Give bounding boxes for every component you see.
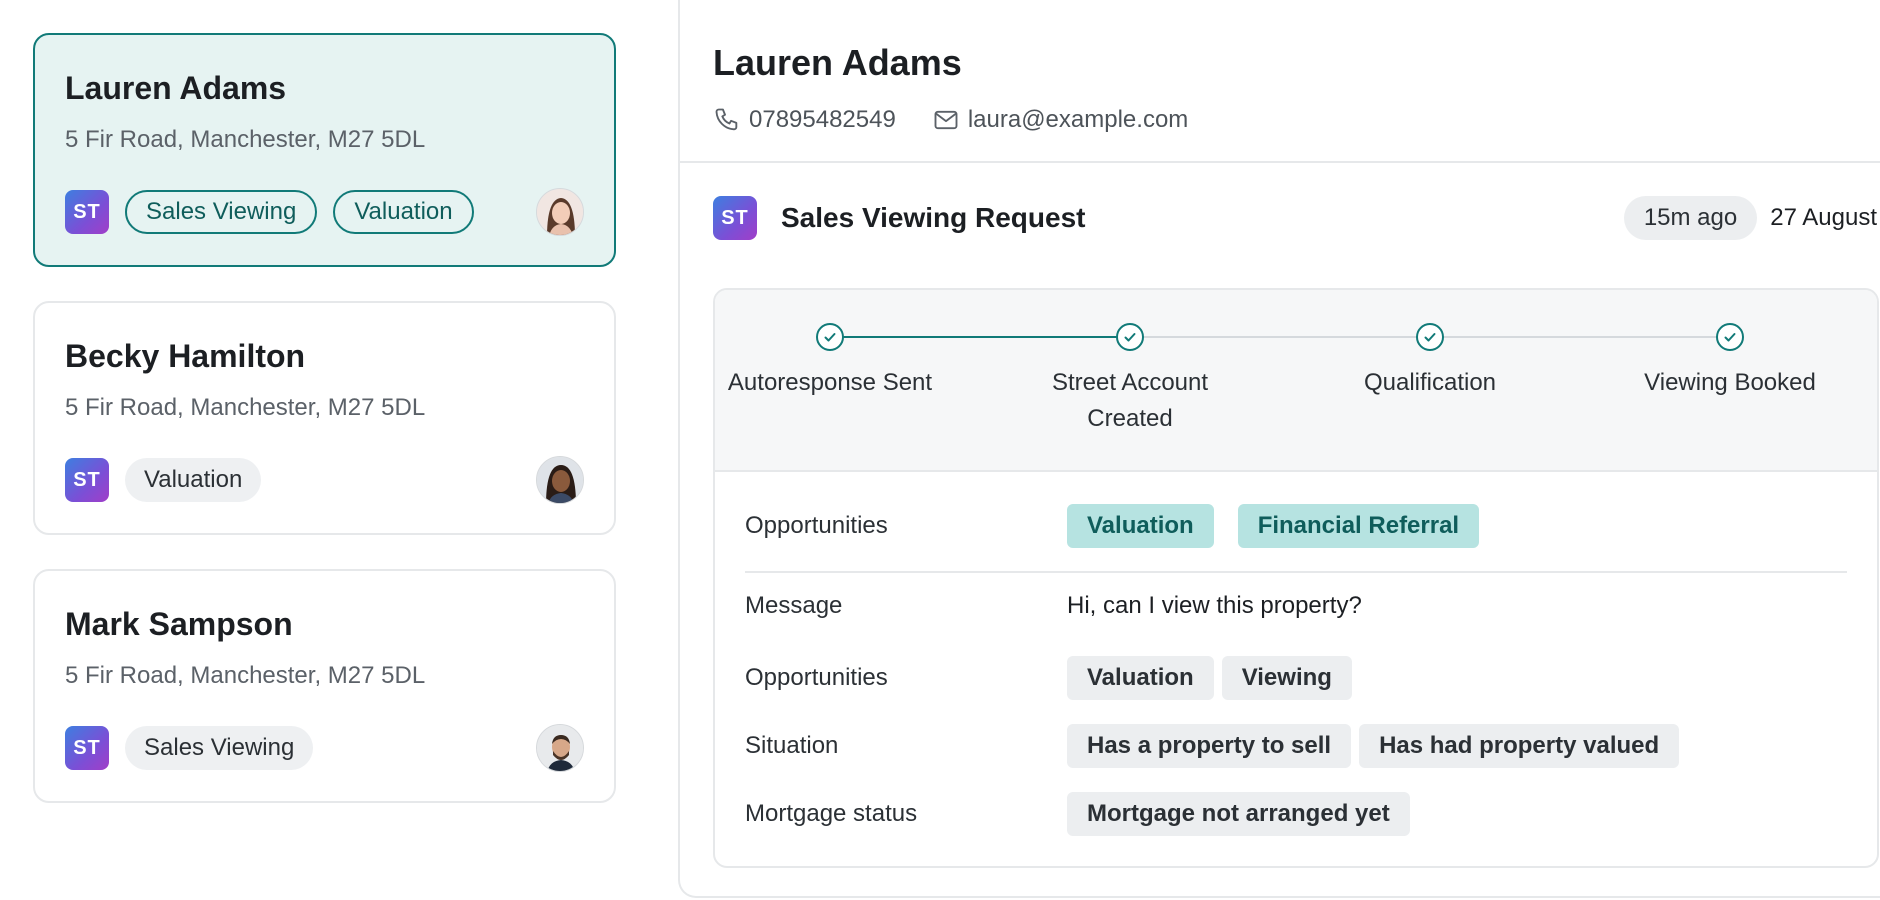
man-avatar-icon [537, 725, 583, 771]
check-circle-icon [1716, 323, 1744, 351]
step-autoresponse-sent: Autoresponse Sent [715, 323, 950, 401]
lead-name: Lauren Adams [65, 70, 287, 106]
time-ago-badge: 15m ago [1623, 196, 1758, 240]
field-label: Message [745, 592, 843, 619]
message-row: Message Hi, can I view this property? [745, 592, 1847, 620]
request-details: Autoresponse Sent Street Account Created… [713, 288, 1879, 868]
divider [745, 571, 1847, 573]
request-date: 27 August [1770, 204, 1877, 231]
lead-detail-panel: Lauren Adams 07895482549 laura@example.c… [678, 0, 1880, 898]
lead-address: 5 Fir Road, Manchester, M27 5DL [65, 394, 426, 422]
avatar [536, 724, 584, 772]
field-label: Opportunities [745, 512, 888, 539]
lead-card-lauren-adams[interactable]: Lauren Adams 5 Fir Road, Manchester, M27… [33, 33, 616, 267]
opportunity-chip[interactable]: Valuation [1067, 504, 1214, 548]
lead-tags-row: ST Valuation [65, 456, 584, 504]
check-circle-icon [1116, 323, 1144, 351]
step-qualification: Qualification [1310, 323, 1550, 401]
situation-chip: Has had property valued [1359, 724, 1680, 768]
message-text: Hi, can I view this property? [1067, 592, 1362, 619]
woman-avatar-icon [537, 189, 583, 235]
mortgage-chip: Mortgage not arranged yet [1067, 792, 1410, 836]
progress-tracker: Autoresponse Sent Street Account Created… [715, 290, 1877, 472]
step-viewing-booked: Viewing Booked [1610, 323, 1850, 401]
step-street-account-created: Street Account Created [1010, 323, 1250, 437]
lead-address: 5 Fir Road, Manchester, M27 5DL [65, 126, 426, 154]
detail-header: Lauren Adams 07895482549 laura@example.c… [680, 0, 1880, 163]
request-title: Sales Viewing Request [781, 202, 1086, 233]
field-label: Situation [745, 732, 839, 759]
situation-chip: Has a property to sell [1067, 724, 1352, 768]
email-address: laura@example.com [967, 106, 1189, 133]
opportunity-chip[interactable]: Financial Referral [1237, 504, 1480, 548]
opportunities-detail-row: Opportunities Valuation Viewing [745, 656, 1847, 700]
step-label: Street Account Created [1051, 369, 1209, 432]
app: Lauren Adams 5 Fir Road, Manchester, M27… [0, 0, 1880, 900]
field-label: Mortgage status [745, 800, 918, 827]
step-label: Viewing Booked [1644, 369, 1816, 396]
check-circle-icon [816, 323, 844, 351]
check-circle-icon [1416, 323, 1444, 351]
phone-contact[interactable]: 07895482549 [713, 106, 896, 134]
avatar [536, 188, 584, 236]
tag-sales-viewing: Sales Viewing [125, 190, 318, 234]
field-label: Opportunities [745, 664, 888, 691]
opportunities-row: Opportunities Valuation Financial Referr… [745, 504, 1847, 548]
contact-row: 07895482549 laura@example.com [713, 106, 1873, 134]
tag-valuation: Valuation [125, 458, 262, 502]
source-logo-icon: ST [65, 726, 109, 770]
avatar [536, 456, 584, 504]
mail-icon [934, 110, 958, 130]
lead-card-mark-sampson[interactable]: Mark Sampson 5 Fir Road, Manchester, M27… [33, 569, 616, 803]
request-header: ST Sales Viewing Request 15m ago 27 Augu… [713, 195, 1877, 241]
lead-address: 5 Fir Road, Manchester, M27 5DL [65, 662, 426, 690]
source-logo-icon: ST [713, 196, 757, 240]
step-label: Autoresponse Sent [727, 369, 933, 396]
step-label: Qualification [1363, 369, 1497, 396]
lead-name: Becky Hamilton [65, 338, 306, 374]
situation-row: Situation Has a property to sell Has had… [745, 724, 1847, 768]
lead-name: Mark Sampson [65, 606, 293, 642]
lead-tags-row: ST Sales Viewing [65, 724, 584, 772]
source-logo-icon: ST [65, 458, 109, 502]
lead-tags-row: ST Sales Viewing Valuation [65, 188, 584, 236]
opportunity-chip: Viewing [1221, 656, 1352, 700]
lead-card-becky-hamilton[interactable]: Becky Hamilton 5 Fir Road, Manchester, M… [33, 301, 616, 535]
tag-sales-viewing: Sales Viewing [125, 726, 314, 770]
phone-icon [715, 108, 738, 131]
woman-avatar-icon [537, 457, 583, 503]
email-contact[interactable]: laura@example.com [932, 106, 1188, 134]
opportunity-chip: Valuation [1067, 656, 1214, 700]
tag-valuation: Valuation [333, 190, 474, 234]
source-logo-icon: ST [65, 190, 109, 234]
mortgage-status-row: Mortgage status Mortgage not arranged ye… [745, 792, 1847, 836]
detail-name: Lauren Adams [713, 42, 962, 83]
phone-number: 07895482549 [749, 106, 896, 133]
